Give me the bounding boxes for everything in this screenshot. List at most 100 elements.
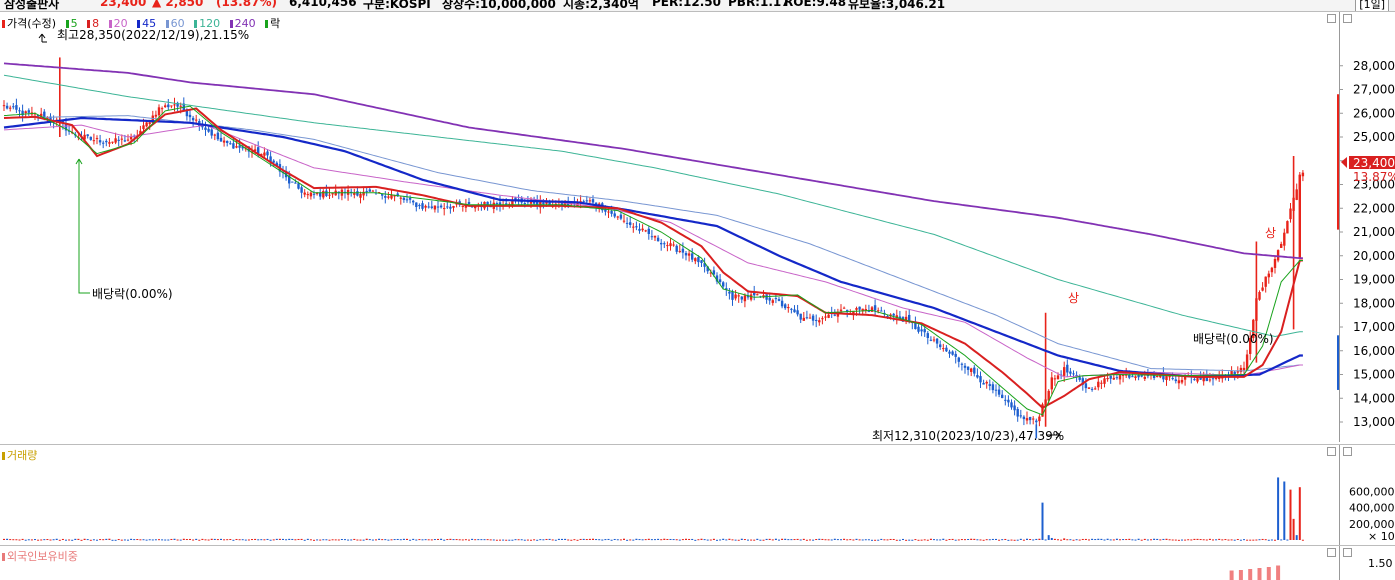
volume-bar xyxy=(360,540,362,541)
candle-body xyxy=(214,135,216,136)
candle-body xyxy=(660,243,662,244)
volume-bar xyxy=(750,540,752,541)
candle-body xyxy=(682,249,684,253)
volume-bar xyxy=(1051,538,1053,540)
foreign-chart[interactable]: 1.50 xyxy=(0,546,1395,580)
volume-bar xyxy=(1020,539,1022,540)
y-tick-label: 26,000 xyxy=(1353,106,1395,120)
volume-bar xyxy=(769,539,771,540)
volume-bar xyxy=(434,539,436,540)
volume-bar xyxy=(310,539,312,540)
candle-body xyxy=(390,195,392,199)
candle-body xyxy=(976,375,978,377)
volume-bar xyxy=(375,539,377,540)
volume-bar xyxy=(1159,539,1161,540)
volume-bar xyxy=(508,540,510,541)
volume-bar xyxy=(260,539,262,540)
candle-body xyxy=(800,314,802,320)
volume-bar xyxy=(37,540,39,541)
candle-body xyxy=(12,106,14,107)
volume-bar xyxy=(967,539,969,540)
volume-bar xyxy=(818,539,820,540)
volume-bar xyxy=(806,540,808,541)
candle-body xyxy=(809,318,811,319)
volume-bar xyxy=(626,540,628,541)
candle-body xyxy=(145,122,147,126)
volume-bar xyxy=(986,539,988,540)
candle-body xyxy=(1258,292,1260,300)
candle-body xyxy=(359,194,361,198)
candle-body xyxy=(806,317,808,318)
volume-bar xyxy=(1265,539,1267,540)
volume-bar xyxy=(784,539,786,540)
candle-body xyxy=(614,213,616,216)
ma45-line xyxy=(4,118,1303,377)
volume-bar xyxy=(518,539,520,540)
price-chart[interactable]: 13,00014,00015,00016,00017,00018,00019,0… xyxy=(0,12,1395,442)
candle-body xyxy=(381,194,383,196)
volume-bar xyxy=(1023,540,1025,541)
volume-bar xyxy=(446,539,448,540)
pane-maximize-icon[interactable] xyxy=(1327,14,1336,23)
candle-body xyxy=(917,327,919,332)
volume-bar xyxy=(1017,540,1019,541)
volume-bar xyxy=(1271,539,1273,540)
volume-bar xyxy=(208,540,210,541)
volume-bar xyxy=(43,539,45,540)
volume-bar xyxy=(1228,540,1230,541)
period-button[interactable]: [1일] xyxy=(1355,0,1389,12)
foreign-pane-maximize-icon[interactable] xyxy=(1343,548,1352,557)
volume-bar xyxy=(1249,540,1251,541)
volume-bar xyxy=(12,539,14,540)
candle-body xyxy=(1237,371,1239,372)
volume-pane-maximize-icon[interactable] xyxy=(1343,447,1352,456)
volume-bar xyxy=(914,539,916,540)
volume-bar xyxy=(973,539,975,540)
volume-bar xyxy=(732,539,734,540)
volume-bar xyxy=(701,539,703,540)
volume-bar xyxy=(663,539,665,540)
pane-minimize-icon[interactable] xyxy=(1343,14,1352,23)
volume-bar xyxy=(189,539,191,540)
candle-body xyxy=(99,140,101,142)
stock-name[interactable]: 삼성출판사 xyxy=(4,0,59,12)
candle-body xyxy=(428,206,430,207)
volume-bar xyxy=(949,539,951,540)
candle-body xyxy=(1066,365,1068,373)
volume-bar xyxy=(167,540,169,541)
candle-body xyxy=(1193,379,1195,380)
volume-bar xyxy=(840,539,842,540)
volume-bar xyxy=(28,539,30,540)
volume-bar xyxy=(313,540,315,541)
volume-chart[interactable]: 200,000400,000600,000 × 10 xyxy=(0,445,1395,545)
candle-body xyxy=(124,140,126,141)
volume-bar xyxy=(270,540,272,541)
candle-body xyxy=(369,189,371,191)
volume-bar xyxy=(1286,540,1288,541)
foreign-pane-minimize-icon[interactable] xyxy=(1327,548,1336,557)
volume-bar xyxy=(220,539,222,540)
volume-bar xyxy=(635,539,637,540)
candle-body xyxy=(973,368,975,374)
candle-body xyxy=(796,310,798,314)
volume-bar xyxy=(871,540,873,541)
candle-body xyxy=(300,187,302,192)
volume-pane-minimize-icon[interactable] xyxy=(1327,447,1336,456)
candle-body xyxy=(772,300,774,303)
y-tick-label: 17,000 xyxy=(1353,320,1395,334)
volume-bar xyxy=(927,540,929,541)
volume-bar xyxy=(236,539,238,540)
candle-body xyxy=(827,315,829,318)
volume-bar xyxy=(1011,540,1013,541)
volume-bar xyxy=(40,539,42,540)
volume-bar xyxy=(1156,539,1158,540)
volume-bar xyxy=(425,539,427,540)
y-tick-label: 13,000 xyxy=(1353,415,1395,429)
candle-body xyxy=(989,384,991,386)
volume-bar xyxy=(1262,539,1264,540)
candle-body xyxy=(958,358,960,362)
foreign-tick: 1.50 xyxy=(1368,557,1393,570)
volume-bar xyxy=(53,539,55,540)
volume-bar xyxy=(223,539,225,540)
candle-body xyxy=(1010,402,1012,407)
